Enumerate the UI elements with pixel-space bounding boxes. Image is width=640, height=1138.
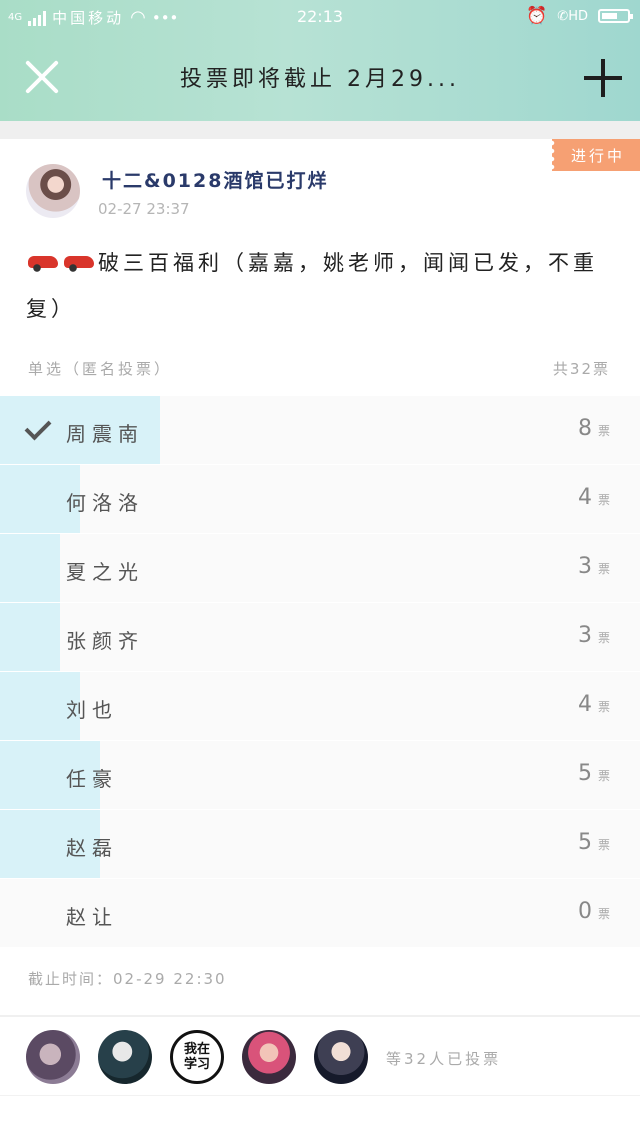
option-label: 张颜齐 [66,629,144,653]
hd-call-icon: ✆HD [557,8,588,24]
divider [0,1015,640,1017]
option-votes: 4 [577,485,592,510]
divider [0,1095,640,1096]
add-icon[interactable] [584,59,622,97]
poll-option[interactable]: 张颜齐 3 票 [0,603,640,671]
poll-option[interactable]: 周震南 8 票 [0,396,640,464]
option-unit: 票 [597,838,610,852]
option-label: 赵让 [66,905,118,929]
option-votes: 3 [577,554,592,579]
option-label: 刘也 [66,698,118,722]
vote-total: 共32票 [552,360,610,378]
voter-avatar[interactable] [26,1030,80,1084]
option-unit: 票 [597,562,610,576]
poll-options: 周震南 8 票何洛洛 4 票夏之光 3 票张颜齐 3 票刘也 4 票任豪 5 票赵磊 5 票赵让 0 票 [0,396,640,948]
option-count: 4票 [578,692,610,717]
vote-share-bar [0,603,61,671]
option-votes: 8 [577,416,592,441]
option-count: 8票 [578,416,610,441]
option-votes: 0 [577,899,592,924]
voter-avatar[interactable] [98,1030,152,1084]
option-votes: 4 [577,692,592,717]
option-count: 3票 [578,623,610,648]
option-votes: 5 [577,761,592,786]
option-unit: 票 [597,769,610,783]
author-name[interactable]: 十二&0128酒馆已打烊 [102,166,328,193]
voter-avatar[interactable]: 我在学习 [170,1030,224,1084]
option-count: 5票 [578,830,610,855]
voters-summary[interactable]: 等32人已投票 [386,1048,501,1069]
option-label: 周震南 [66,422,144,446]
car-emoji-icon [62,250,96,272]
option-unit: 票 [597,907,610,921]
poll-option[interactable]: 赵让 0 票 [0,879,640,947]
option-label: 何洛洛 [66,491,144,515]
option-label: 赵磊 [66,836,118,860]
hd-label: HD [568,8,588,24]
option-count: 5票 [578,761,610,786]
author-avatar[interactable] [26,164,80,218]
post-text: 破三百福利（嘉嘉，姚老师，闻闻已发，不重复） [26,240,614,332]
post-text-body: 破三百福利（嘉嘉，姚老师，闻闻已发，不重复） [26,251,598,321]
poll-option[interactable]: 任豪 5 票 [0,741,640,809]
close-icon[interactable] [22,57,62,97]
poll-option[interactable]: 何洛洛 4 票 [0,465,640,533]
voter-avatar[interactable] [314,1030,368,1084]
page-title: 投票即将截止 2月29... [180,67,460,92]
option-count: 3票 [578,554,610,579]
option-unit: 票 [597,493,610,507]
status-bar: 4G 中国移动 ◠ ••• 22:13 ⏰ ✆HD [0,0,640,33]
deadline: 截止时间：02-29 22:30 [28,970,227,988]
voter-avatar-text: 我在学习 [183,1042,210,1072]
vote-type: 单选（匿名投票） [28,360,173,378]
post-time: 02-27 23:37 [98,200,190,218]
option-unit: 票 [597,700,610,714]
section-gap [0,121,640,139]
option-label: 夏之光 [66,560,144,584]
vote-share-bar [0,534,61,602]
car-emoji-icon [26,250,60,272]
nav-header: 投票即将截止 2月29... [0,33,640,121]
option-label: 任豪 [66,767,118,791]
option-count: 0票 [578,899,610,924]
option-unit: 票 [597,631,610,645]
alarm-icon: ⏰ [526,6,548,26]
option-count: 4票 [578,485,610,510]
poll-option[interactable]: 赵磊 5 票 [0,810,640,878]
option-votes: 5 [577,830,592,855]
voter-avatars[interactable]: 我在学习 [26,1030,368,1084]
status-badge: 进行中 [552,139,640,171]
voter-avatar[interactable] [242,1030,296,1084]
battery-icon [598,9,633,23]
option-votes: 3 [577,623,592,648]
poll-option[interactable]: 刘也 4 票 [0,672,640,740]
poll-option[interactable]: 夏之光 3 票 [0,534,640,602]
option-unit: 票 [597,424,610,438]
